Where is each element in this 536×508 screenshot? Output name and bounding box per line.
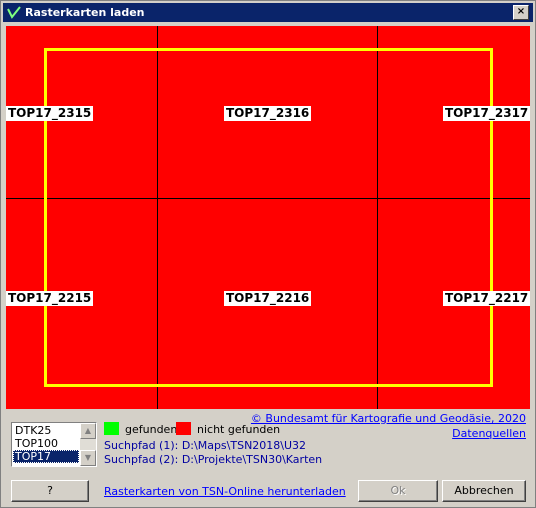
title-bar: Rasterkarten laden × <box>3 3 533 22</box>
window-title: Rasterkarten laden <box>25 6 145 19</box>
app-check-icon <box>7 6 21 19</box>
download-link[interactable]: Rasterkarten von TSN-Online herunterlade… <box>104 485 346 498</box>
found-label: gefunden <box>125 423 178 436</box>
search-path-1: Suchpfad (1): D:\Maps\TSN2018\U32 <box>104 439 307 452</box>
search-path-2: Suchpfad (2): D:\Projekte\TSN30\Karten <box>104 453 323 466</box>
map-view[interactable]: TOP17_2315 TOP17_2316 TOP17_2317 TOP17_2… <box>6 26 530 409</box>
copyright-link[interactable]: © Bundesamt für Kartografie und Geodäsie… <box>251 412 526 425</box>
ok-button[interactable]: Ok <box>358 480 438 502</box>
help-button[interactable]: ? <box>11 480 89 502</box>
tile-label[interactable]: TOP17_2317 <box>443 106 530 121</box>
scroll-down-icon[interactable]: ▼ <box>80 450 96 466</box>
close-button[interactable]: × <box>513 5 529 20</box>
tile-label[interactable]: TOP17_2316 <box>224 106 312 121</box>
cancel-button[interactable]: Abbrechen <box>442 480 526 502</box>
data-sources-link[interactable]: Datenquellen <box>452 427 526 440</box>
selection-frame <box>44 48 493 387</box>
list-item[interactable]: DTK25 <box>13 424 79 437</box>
listbox-scrollbar[interactable]: ▲ ▼ <box>80 423 96 466</box>
list-item-selected[interactable]: TOP17 <box>13 450 79 463</box>
map-type-listbox[interactable]: DTK25 TOP100 TOP17 ▲ ▼ <box>11 422 97 467</box>
not-found-swatch <box>176 422 191 435</box>
found-swatch <box>104 422 119 435</box>
list-item[interactable]: TOP100 <box>13 437 79 450</box>
tile-label[interactable]: TOP17_2217 <box>443 291 530 306</box>
scroll-up-icon[interactable]: ▲ <box>80 423 96 439</box>
tile-label[interactable]: TOP17_2215 <box>6 291 94 306</box>
dialog-window: Rasterkarten laden × TOP17_2315 TOP17_23… <box>0 0 536 508</box>
tile-label[interactable]: TOP17_2216 <box>224 291 312 306</box>
tile-label[interactable]: TOP17_2315 <box>6 106 94 121</box>
